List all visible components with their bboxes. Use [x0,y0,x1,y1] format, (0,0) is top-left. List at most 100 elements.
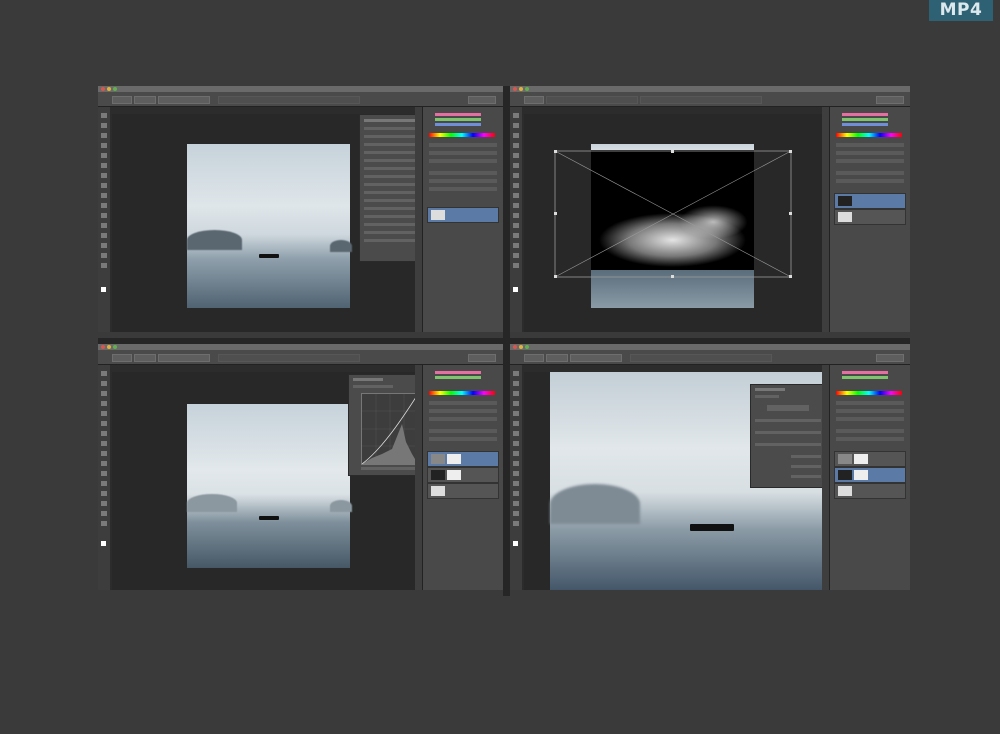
panel-row[interactable] [364,207,420,210]
eyedropper-tool-icon[interactable] [101,153,107,158]
shape-tool-icon[interactable] [513,243,519,248]
preset-select[interactable] [353,385,393,388]
layers-options-row[interactable] [429,171,497,175]
color-slider[interactable] [435,118,481,121]
marquee-tool-icon[interactable] [101,123,107,128]
free-transform-box[interactable] [554,150,794,280]
color-spectrum[interactable] [429,133,495,137]
eyedropper-tool-icon[interactable] [513,411,519,416]
layers-options-row[interactable] [836,437,904,441]
adjustments-row[interactable] [429,159,497,163]
dodge-tool-icon[interactable] [101,203,107,208]
color-slider[interactable] [842,123,888,126]
stamp-tool-icon[interactable] [101,173,107,178]
marquee-tool-icon[interactable] [101,381,107,386]
panel-row[interactable] [364,239,420,242]
brush-tool-icon[interactable] [513,163,519,168]
alignment-icons[interactable] [218,354,360,362]
panel-row[interactable] [364,175,420,178]
type-tool-icon[interactable] [513,223,519,228]
dodge-tool-icon[interactable] [513,461,519,466]
option-button[interactable] [546,354,568,362]
brush-tool-icon[interactable] [101,163,107,168]
color-slider[interactable] [842,376,888,379]
tool-preset-button[interactable] [524,354,544,362]
mask-edge-button[interactable] [791,455,821,458]
crop-tool-icon[interactable] [513,401,519,406]
foreground-color-swatch[interactable] [101,287,106,292]
foreground-color-swatch[interactable] [513,287,518,292]
alignment-icons[interactable] [630,354,772,362]
hand-tool-icon[interactable] [513,253,519,258]
layer-row[interactable] [427,467,499,483]
dodge-tool-icon[interactable] [101,461,107,466]
curves-graph[interactable] [361,393,419,465]
zoom-tool-icon[interactable] [101,263,107,268]
close-icon[interactable] [101,345,105,349]
adjustments-row[interactable] [836,159,904,163]
close-icon[interactable] [513,87,517,91]
input-output-row[interactable] [361,467,415,470]
pen-tool-icon[interactable] [513,471,519,476]
stamp-tool-icon[interactable] [101,431,107,436]
panel-row[interactable] [364,135,420,138]
zoom-tool-icon[interactable] [513,263,519,268]
color-range-button[interactable] [791,465,821,468]
gradient-tool-icon[interactable] [513,193,519,198]
panel-row[interactable] [364,183,420,186]
path-selection-tool-icon[interactable] [513,491,519,496]
color-slider[interactable] [842,371,888,374]
move-tool-icon[interactable] [101,371,107,376]
adjustments-row[interactable] [429,417,497,421]
workspace-select[interactable] [468,354,496,362]
adjustments-row[interactable] [836,401,904,405]
adjustments-row[interactable] [429,151,497,155]
option-field[interactable] [158,96,210,104]
option-button[interactable] [134,354,156,362]
layers-options-row[interactable] [836,171,904,175]
zoom-icon[interactable] [525,87,529,91]
layer-row[interactable] [834,483,906,499]
close-icon[interactable] [101,87,105,91]
layers-options-row[interactable] [429,187,497,191]
layers-options-row[interactable] [836,429,904,433]
gradient-tool-icon[interactable] [513,451,519,456]
adjustments-row[interactable] [429,401,497,405]
crop-tool-icon[interactable] [101,401,107,406]
transform-values[interactable] [640,96,762,104]
minimize-icon[interactable] [519,345,523,349]
transform-options[interactable] [546,96,638,104]
option-field[interactable] [570,354,622,362]
adjustments-row[interactable] [429,409,497,413]
color-slider[interactable] [435,371,481,374]
pen-tool-icon[interactable] [101,471,107,476]
curves-properties-panel[interactable] [348,374,424,476]
density-slider[interactable] [755,419,821,422]
minimize-icon[interactable] [519,87,523,91]
color-slider[interactable] [435,123,481,126]
panel-row[interactable] [364,151,420,154]
workspace-select[interactable] [468,96,496,104]
color-slider[interactable] [435,113,481,116]
hand-tool-icon[interactable] [101,253,107,258]
tool-preset-button[interactable] [112,354,132,362]
eyedropper-tool-icon[interactable] [513,153,519,158]
pen-tool-icon[interactable] [513,213,519,218]
brush-tool-icon[interactable] [513,421,519,426]
layers-options-row[interactable] [836,179,904,183]
panel-row[interactable] [755,395,779,398]
panel-row[interactable] [364,231,420,234]
move-tool-icon[interactable] [101,113,107,118]
properties-panel[interactable] [750,384,826,488]
crop-tool-icon[interactable] [101,143,107,148]
adjustments-row[interactable] [836,409,904,413]
stamp-tool-icon[interactable] [513,431,519,436]
minimize-icon[interactable] [107,345,111,349]
marquee-tool-icon[interactable] [513,123,519,128]
path-selection-tool-icon[interactable] [513,233,519,238]
canvas-area[interactable] [524,372,826,590]
layer-row[interactable] [427,483,499,499]
lasso-tool-icon[interactable] [101,391,107,396]
zoom-tool-icon[interactable] [513,521,519,526]
canvas-area[interactable] [524,114,826,332]
